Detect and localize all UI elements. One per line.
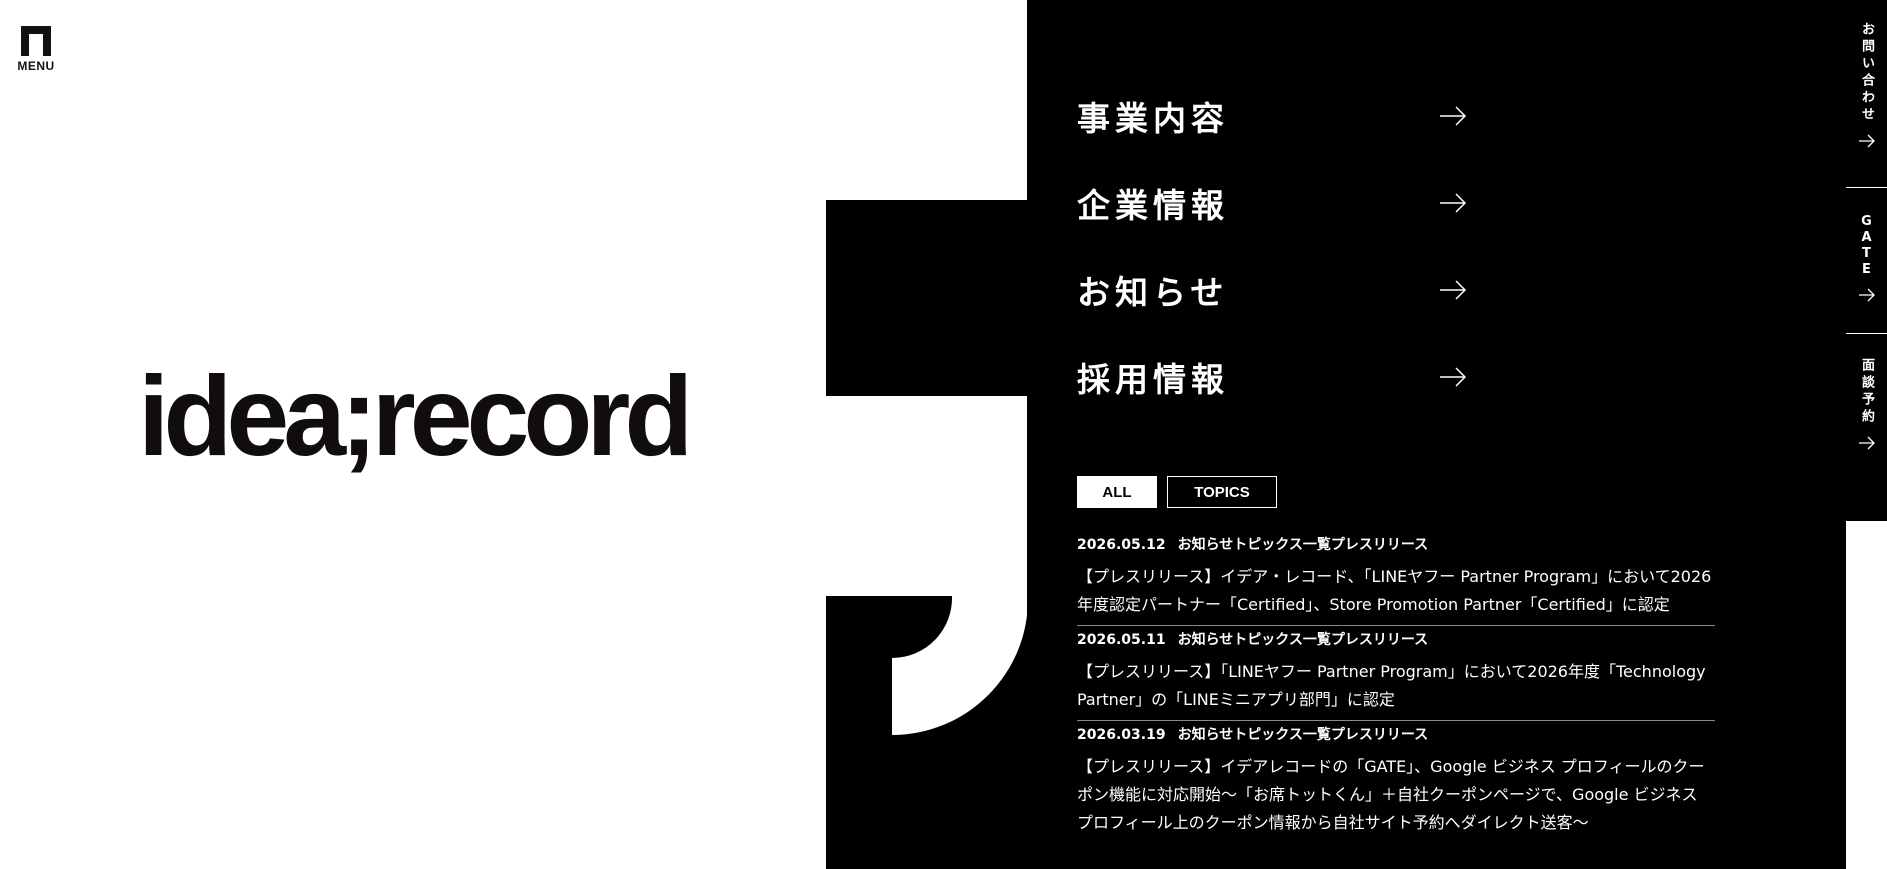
- menu-button[interactable]: MENU: [16, 24, 56, 73]
- news-categories: お知らせトピックス一覧プレスリリース: [1177, 727, 1429, 743]
- news-date: 2026.05.12: [1077, 537, 1166, 553]
- arrow-right-icon: [1440, 192, 1467, 213]
- side-link-label: G A T E: [1861, 214, 1872, 278]
- nav-item-recruit[interactable]: 採用情報: [1077, 333, 1467, 420]
- side-link-interview[interactable]: 面談予約: [1846, 358, 1887, 450]
- arrow-right-icon: [1440, 366, 1467, 387]
- gate-letter: A: [1861, 230, 1872, 245]
- main-nav: 事業内容 企業情報 お知らせ 採用情報: [1077, 72, 1467, 420]
- news-tabs: ALL TOPICS: [1077, 476, 1277, 508]
- news-title: 【プレスリリース】「LINEヤフー Partner Program」において20…: [1077, 662, 1706, 709]
- news-list: 2026.05.12 お知らせトピックス一覧プレスリリース 【プレスリリース】イ…: [1077, 531, 1715, 843]
- arrow-right-icon: [1858, 288, 1875, 302]
- gate-letter: E: [1862, 262, 1871, 277]
- news-categories: お知らせトピックス一覧プレスリリース: [1177, 537, 1429, 553]
- news-item[interactable]: 2026.05.12 お知らせトピックス一覧プレスリリース 【プレスリリース】イ…: [1077, 531, 1715, 626]
- news-meta: 2026.05.12 お知らせトピックス一覧プレスリリース: [1077, 535, 1715, 555]
- nav-item-label: 企業情報: [1077, 185, 1229, 225]
- logo: idea;record: [138, 353, 693, 479]
- content-panel: 事業内容 企業情報 お知らせ 採用情報 ALL TOPICS 2026.05.1…: [1027, 0, 1846, 869]
- arrow-right-icon: [1858, 134, 1875, 148]
- nav-item-company[interactable]: 企業情報: [1077, 159, 1467, 246]
- gate-letter: T: [1862, 246, 1871, 261]
- side-link-label: 面談予約: [1859, 358, 1874, 426]
- tab-all[interactable]: ALL: [1077, 476, 1157, 508]
- side-links: お問い合わせ G A T E 面談予約: [1846, 0, 1887, 521]
- menu-label: MENU: [17, 59, 55, 73]
- news-categories: お知らせトピックス一覧プレスリリース: [1177, 632, 1429, 648]
- news-meta: 2026.05.11 お知らせトピックス一覧プレスリリース: [1077, 630, 1715, 650]
- news-date: 2026.05.11: [1077, 632, 1166, 648]
- news-date: 2026.03.19: [1077, 727, 1166, 743]
- gate-letter: G: [1861, 214, 1872, 229]
- menu-icon: [21, 26, 51, 56]
- arrow-right-icon: [1858, 436, 1875, 450]
- nav-item-label: 採用情報: [1077, 359, 1229, 399]
- news-item[interactable]: 2026.03.19 お知らせトピックス一覧プレスリリース 【プレスリリース】イ…: [1077, 721, 1715, 843]
- side-divider: [1846, 333, 1887, 334]
- tab-topics[interactable]: TOPICS: [1167, 476, 1277, 508]
- side-link-label: お問い合わせ: [1859, 22, 1874, 124]
- nav-item-label: お知らせ: [1077, 272, 1229, 312]
- arrow-right-icon: [1440, 279, 1467, 300]
- side-link-gate[interactable]: G A T E: [1846, 214, 1887, 302]
- nav-item-label: 事業内容: [1077, 98, 1229, 138]
- nav-item-business[interactable]: 事業内容: [1077, 72, 1467, 159]
- arrow-right-icon: [1440, 105, 1467, 126]
- news-meta: 2026.03.19 お知らせトピックス一覧プレスリリース: [1077, 725, 1715, 745]
- news-title: 【プレスリリース】イデア・レコード、「LINEヤフー Partner Progr…: [1077, 567, 1712, 614]
- side-link-contact[interactable]: お問い合わせ: [1846, 22, 1887, 148]
- news-title: 【プレスリリース】イデアレコードの「GATE」、Google ビジネス プロフィ…: [1077, 757, 1705, 832]
- nav-item-news[interactable]: お知らせ: [1077, 246, 1467, 333]
- news-item[interactable]: 2026.05.11 お知らせトピックス一覧プレスリリース 【プレスリリース】「…: [1077, 626, 1715, 721]
- side-divider: [1846, 187, 1887, 188]
- semicolon-graphic: [826, 200, 1028, 869]
